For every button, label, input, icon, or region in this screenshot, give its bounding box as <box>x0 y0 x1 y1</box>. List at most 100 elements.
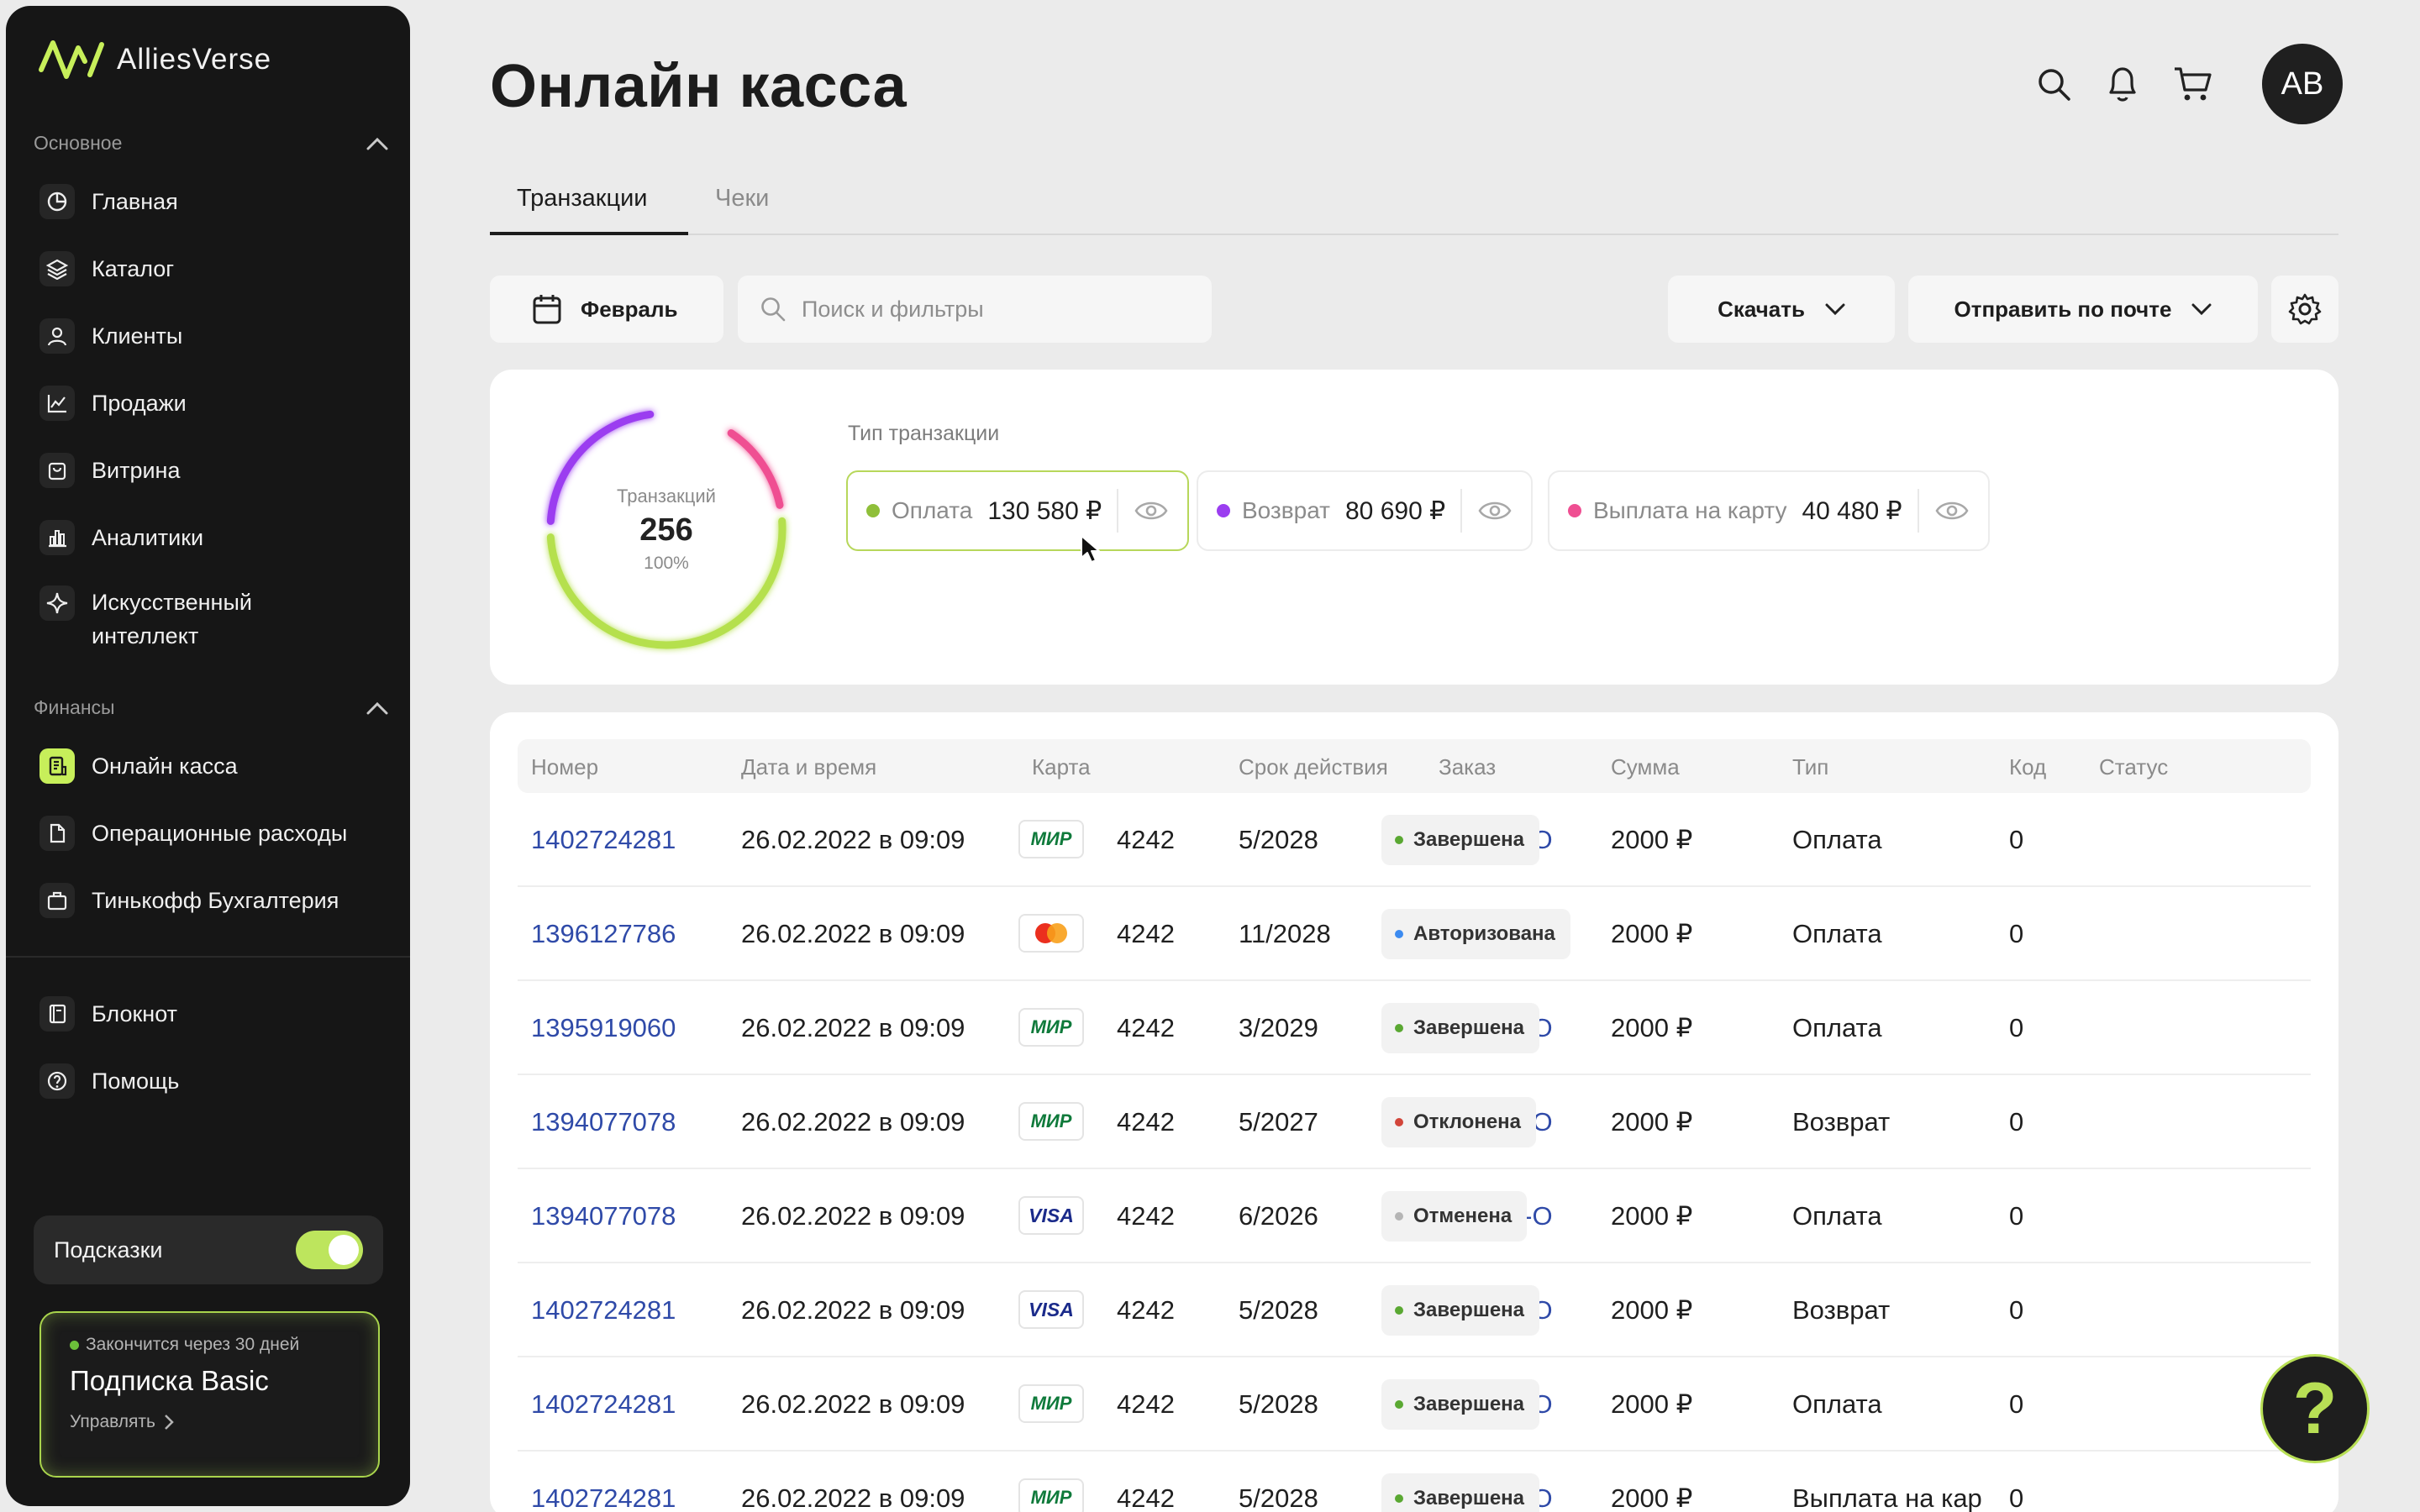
transaction-number-link[interactable]: 1394077078 <box>531 1107 676 1137</box>
eye-icon[interactable] <box>1477 498 1512 523</box>
sidebar-item-tinkoff-accounting[interactable]: Тинькофф Бухгалтерия <box>39 874 392 927</box>
download-button[interactable]: Скачать <box>1668 276 1895 343</box>
table-row[interactable]: 1402724281 26.02.2022 в 09:09 МИР 4242 5/202… <box>518 1452 2311 1512</box>
sidebar-item-analytics[interactable]: Аналитики <box>39 511 392 564</box>
table-row[interactable]: 1402724281 26.02.2022 в 09:09 VISA 4242 5/20… <box>518 1263 2311 1357</box>
transaction-number-link[interactable]: 1402724281 <box>531 825 676 855</box>
transaction-code: 0 <box>2009 1295 2024 1325</box>
hints-toggle[interactable] <box>296 1231 363 1269</box>
column-header[interactable]: Заказ <box>1439 754 1496 780</box>
column-header[interactable]: Номер <box>531 754 598 780</box>
mir-card-icon: МИР <box>1018 1478 1084 1512</box>
send-by-mail-button[interactable]: Отправить по почте <box>1908 276 2258 343</box>
transaction-number-link[interactable]: 1396127786 <box>531 919 676 949</box>
sidebar-item-online-cashier[interactable]: Онлайн касса <box>39 739 392 793</box>
transaction-type: Возврат <box>1792 1107 1891 1137</box>
search-input[interactable]: Поиск и фильтры <box>738 276 1212 343</box>
help-fab-button[interactable]: ? <box>2260 1354 2370 1463</box>
sidebar-item-label: Главная <box>92 189 178 214</box>
transaction-amount: 2000 ₽ <box>1611 1389 1693 1419</box>
notebook-icon <box>39 996 75 1032</box>
transaction-number-link[interactable]: 1394077078 <box>531 1201 676 1231</box>
transaction-amount: 2000 ₽ <box>1611 1107 1693 1137</box>
chip-separator <box>1460 489 1463 533</box>
status-badge: Завершена <box>1381 1003 1540 1053</box>
cart-icon[interactable] <box>2173 65 2213 103</box>
chevron-down-icon <box>1825 303 1845 315</box>
card-last-digits: 4242 <box>1117 1013 1175 1042</box>
search-icon[interactable] <box>2035 66 2072 102</box>
sidebar-item-ai[interactable]: Искусственный интеллект <box>39 585 392 659</box>
column-header[interactable]: Дата и время <box>741 754 876 780</box>
sidebar-item-label: Каталог <box>92 256 175 281</box>
transaction-number-link[interactable]: 1402724281 <box>531 1483 676 1512</box>
type-chip-value: 80 690 ₽ <box>1345 496 1446 525</box>
avatar[interactable]: AB <box>2262 44 2343 124</box>
type-chip-card-payout[interactable]: Выплата на карту 40 480 ₽ <box>1548 470 1990 551</box>
table-row[interactable]: 1402724281 26.02.2022 в 09:09 МИР 4242 5/202… <box>518 1357 2311 1452</box>
column-header[interactable]: Код <box>2009 754 2046 780</box>
status-label: Завершена <box>1413 1016 1525 1039</box>
sidebar-item-label: Витрина <box>92 458 181 483</box>
sidebar-item-showcase[interactable]: Витрина <box>39 444 392 497</box>
section-main-header[interactable]: Основное <box>34 132 388 155</box>
tab-transactions[interactable]: Транзакции <box>517 185 647 213</box>
tab-receipts[interactable]: Чеки <box>715 185 769 213</box>
sidebar-item-label: Блокнот <box>92 1001 178 1026</box>
subscription-manage-link[interactable]: Управлять <box>70 1412 350 1432</box>
cash-register-icon <box>39 748 75 784</box>
settings-button[interactable] <box>2271 276 2338 343</box>
chevron-up-icon <box>366 137 388 150</box>
sidebar-item-catalog[interactable]: Каталог <box>39 242 392 296</box>
transaction-amount: 2000 ₽ <box>1611 825 1693 854</box>
transaction-code: 0 <box>2009 1107 2024 1137</box>
type-chip-value: 130 580 ₽ <box>987 496 1102 525</box>
mir-card-icon: МИР <box>1018 1008 1084 1047</box>
table-row[interactable]: 1402724281 26.02.2022 в 09:09 МИР 4242 5/202… <box>518 793 2311 887</box>
transaction-number-link[interactable]: 1402724281 <box>531 1295 676 1326</box>
status-dot <box>1395 1494 1403 1503</box>
status-label: Завершена <box>1413 828 1525 851</box>
card-expiry: 6/2026 <box>1239 1201 1318 1231</box>
column-header[interactable]: Сумма <box>1611 754 1680 780</box>
sidebar-item-sales[interactable]: Продажи <box>39 376 392 430</box>
sidebar-item-label: Операционные расходы <box>92 821 348 846</box>
table-row[interactable]: 1394077078 26.02.2022 в 09:09 VISA 4242 6/20… <box>518 1169 2311 1263</box>
shopping-bag-icon <box>39 453 75 488</box>
transaction-code: 0 <box>2009 1483 2024 1512</box>
gear-icon <box>2288 293 2322 325</box>
table-row[interactable]: 139612778626.02.2022 в 09:09424211/20287… <box>518 887 2311 981</box>
brand-logo[interactable]: AlliesVerse <box>38 36 271 83</box>
sidebar-item-home[interactable]: Главная <box>39 175 392 228</box>
subscription-manage-label: Управлять <box>70 1412 155 1431</box>
column-header[interactable]: Карта <box>1032 754 1091 780</box>
bell-icon[interactable] <box>2104 64 2141 104</box>
card-last-digits: 4242 <box>1117 919 1175 948</box>
transaction-number-link[interactable]: 1395919060 <box>531 1013 676 1043</box>
transaction-datetime: 26.02.2022 в 09:09 <box>741 1013 965 1042</box>
type-chip-label: Выплата на карту <box>1593 497 1787 523</box>
column-header[interactable]: Тип <box>1792 754 1828 780</box>
month-picker-button[interactable]: Февраль <box>490 276 723 343</box>
table-row[interactable]: 1394077078 26.02.2022 в 09:09 МИР 4242 5/202… <box>518 1075 2311 1169</box>
card-expiry: 3/2029 <box>1239 1013 1318 1042</box>
transaction-number-link[interactable]: 1402724281 <box>531 1389 676 1420</box>
table-row[interactable]: 1395919060 26.02.2022 в 09:09 МИР 4242 3/202… <box>518 981 2311 1075</box>
column-header[interactable]: Статус <box>2099 754 2168 780</box>
sidebar-item-help[interactable]: Помощь <box>39 1054 392 1108</box>
subscription-title: Подписка Basic <box>70 1365 269 1396</box>
type-chip-refund[interactable]: Возврат 80 690 ₽ <box>1197 470 1534 551</box>
hints-label: Подсказки <box>54 1236 163 1263</box>
type-chip-label: Возврат <box>1242 497 1330 523</box>
column-header[interactable]: Срок действия <box>1239 754 1388 780</box>
sidebar-item-notebook[interactable]: Блокнот <box>39 987 392 1041</box>
search-icon <box>761 297 786 322</box>
donut-center: Транзакций 256 100% <box>540 403 792 655</box>
sidebar-item-operating-expenses[interactable]: Операционные расходы <box>39 806 392 860</box>
type-chip-payment[interactable]: Оплата 130 580 ₽ <box>846 470 1190 551</box>
section-finance-header[interactable]: Финансы <box>34 696 388 719</box>
transaction-type: Возврат <box>1792 1295 1891 1325</box>
eye-icon[interactable] <box>1134 498 1169 523</box>
eye-icon[interactable] <box>1934 498 1970 523</box>
sidebar-item-clients[interactable]: Клиенты <box>39 309 392 363</box>
